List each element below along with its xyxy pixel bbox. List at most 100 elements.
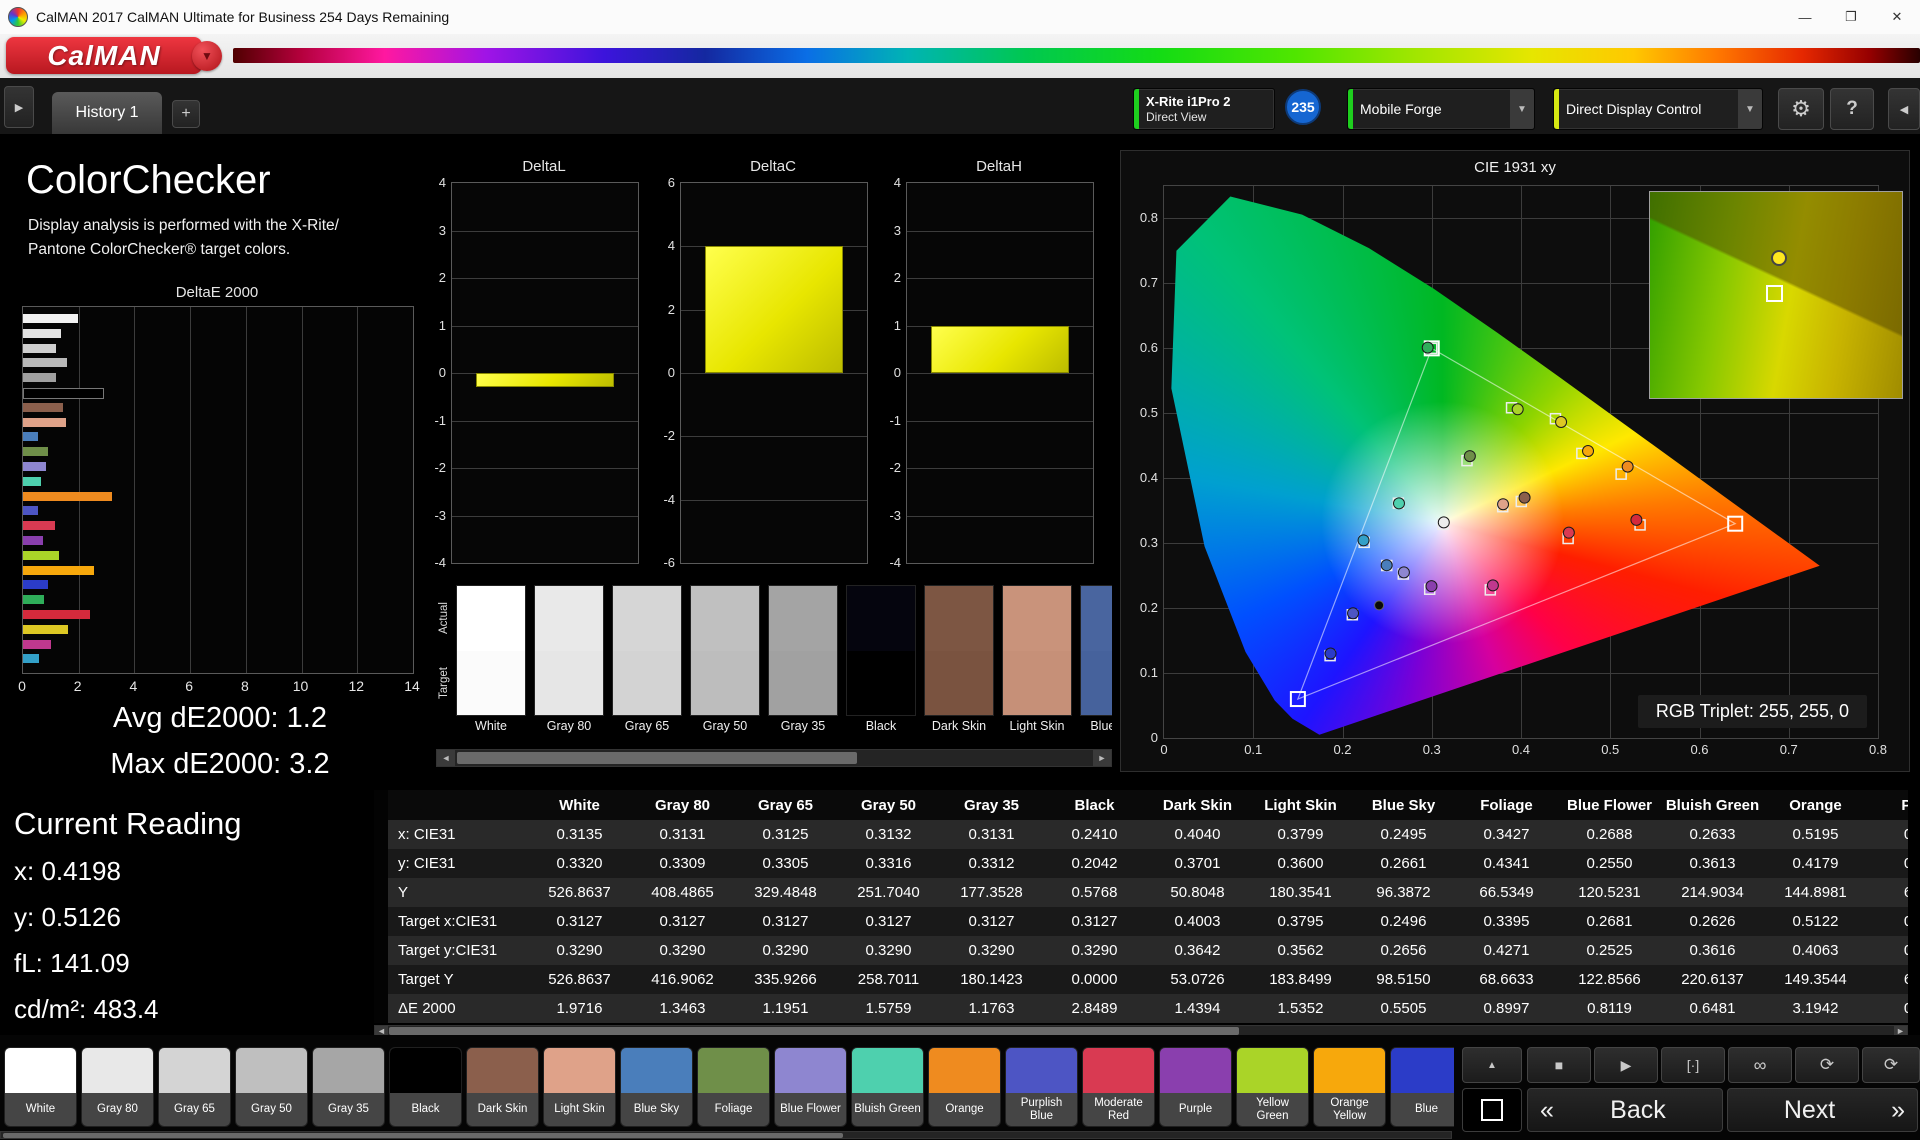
swatch-button-light-skin[interactable]: Light Skin xyxy=(543,1047,616,1127)
target-swatch xyxy=(457,651,525,716)
target-swatch xyxy=(691,651,759,716)
swatch-button-foliage[interactable]: Foliage xyxy=(697,1047,770,1127)
back-button[interactable]: « Back xyxy=(1527,1088,1723,1132)
chevron-down-icon: ▼ xyxy=(201,49,213,63)
cie-y-tick: 0.8 xyxy=(1130,210,1158,225)
swatch-button-blue-sky[interactable]: Blue Sky xyxy=(620,1047,693,1127)
next-button[interactable]: Next » xyxy=(1727,1088,1918,1132)
swatch-button-purplish-blue[interactable]: Purplish Blue xyxy=(1005,1047,1078,1127)
scroll-right-icon[interactable]: ► xyxy=(1093,750,1111,766)
swatch-color xyxy=(544,1048,615,1093)
target-swatch xyxy=(925,651,993,716)
deltae-bar-yellow-green xyxy=(23,551,59,560)
table-gutter xyxy=(374,936,388,965)
bottom-scrollbar-thumb[interactable] xyxy=(3,1133,843,1138)
swatch-button-blue[interactable]: Blue xyxy=(1390,1047,1454,1127)
panel-collapse-button[interactable]: ◀ xyxy=(1888,88,1920,130)
swatch-button-gray-50[interactable]: Gray 50 xyxy=(235,1047,308,1127)
maximize-button[interactable]: ❐ xyxy=(1828,0,1874,34)
page-description: Display analysis is performed with the X… xyxy=(28,214,339,262)
swatch-color xyxy=(621,1048,692,1093)
delta-y-tick: -2 xyxy=(416,460,446,475)
swatch-button-bluish-green[interactable]: Bluish Green xyxy=(851,1047,924,1127)
delta-y-tick: 1 xyxy=(871,318,901,333)
close-button[interactable]: ✕ xyxy=(1874,0,1920,34)
table-scrollbar-thumb[interactable] xyxy=(389,1027,1239,1035)
table-cell: 0.3290 xyxy=(734,936,837,965)
swatch-button-purple[interactable]: Purple xyxy=(1159,1047,1232,1127)
bottom-scrollbar[interactable] xyxy=(0,1131,1452,1139)
table-cell: 0.3395 xyxy=(1455,907,1558,936)
table-cell: 0.5505 xyxy=(1352,994,1455,1023)
scroll-left-icon[interactable]: ◄ xyxy=(437,750,455,766)
strip-scrollbar[interactable]: ◄ ► xyxy=(436,749,1112,767)
pattern-window-button[interactable] xyxy=(1462,1088,1522,1132)
deltae-bar-red xyxy=(23,610,90,619)
strip-swatch-white xyxy=(456,585,526,716)
add-tab-button[interactable]: + xyxy=(172,100,200,128)
logo-menu-button[interactable]: ▼ xyxy=(192,41,222,71)
extra-action-button[interactable]: ⟳ xyxy=(1862,1047,1920,1083)
table-cell: 0.3600 xyxy=(1249,849,1352,878)
swatch-button-gray-35[interactable]: Gray 35 xyxy=(312,1047,385,1127)
swatch-button-orange[interactable]: Orange xyxy=(928,1047,1001,1127)
table-cell: 180.3541 xyxy=(1249,878,1352,907)
swatch-label: Gray 50 xyxy=(236,1093,307,1126)
deltae-gridline xyxy=(302,307,303,673)
meter-mode: Direct View xyxy=(1146,110,1206,124)
measurement-table: WhiteGray 80Gray 65Gray 50Gray 35BlackDa… xyxy=(374,790,1908,1023)
source-dropdown[interactable]: Mobile Forge ▼ xyxy=(1347,88,1535,130)
swatch-button-yellow-green[interactable]: Yellow Green xyxy=(1236,1047,1309,1127)
table-cell: 0.5768 xyxy=(1043,878,1146,907)
delta-y-tick: -4 xyxy=(416,555,446,570)
deltae-gridline xyxy=(357,307,358,673)
swatch-button-white[interactable]: White xyxy=(4,1047,77,1127)
deltac-chart: 6420-2-4-6 xyxy=(680,182,868,564)
patch-selector-strip: WhiteGray 80Gray 65Gray 50Gray 35BlackDa… xyxy=(2,1047,1454,1129)
chevron-down-icon: ▼ xyxy=(1510,89,1534,129)
table-cell: 0.3127 xyxy=(528,907,631,936)
strip-scrollbar-thumb[interactable] xyxy=(457,752,857,764)
cie-measured-blue-flower xyxy=(1398,567,1409,578)
swatch-button-blue-flower[interactable]: Blue Flower xyxy=(774,1047,847,1127)
deltae-chart xyxy=(22,306,414,674)
swatch-label: Blue Sky xyxy=(621,1093,692,1126)
current-cd-value: cd/m²: 483.4 xyxy=(14,994,159,1025)
layout-expand-button[interactable]: ▶ xyxy=(4,86,34,128)
refresh-button[interactable]: ⟳ xyxy=(1795,1047,1859,1083)
tab-history-1[interactable]: History 1 xyxy=(52,92,162,134)
delta-y-tick: -3 xyxy=(871,508,901,523)
target-swatch xyxy=(1081,651,1112,716)
settings-button[interactable]: ⚙ xyxy=(1778,88,1824,130)
swatch-button-gray-65[interactable]: Gray 65 xyxy=(158,1047,231,1127)
swatch-button-moderate-red[interactable]: Moderate Red xyxy=(1082,1047,1155,1127)
cie-measured-white xyxy=(1438,517,1449,528)
single-measure-button[interactable]: [·] xyxy=(1661,1047,1725,1083)
display-control-dropdown[interactable]: Direct Display Control ▼ xyxy=(1553,88,1763,130)
help-button[interactable]: ? xyxy=(1830,88,1874,130)
table-cell: 0.4063 xyxy=(1764,936,1867,965)
swatch-label: Purple xyxy=(1160,1093,1231,1126)
table-header-dark-skin: Dark Skin xyxy=(1146,790,1249,820)
panel-up-button[interactable]: ▲ xyxy=(1462,1047,1522,1083)
swatch-button-black[interactable]: Black xyxy=(389,1047,462,1127)
play-button[interactable]: ▶ xyxy=(1594,1047,1658,1083)
strip-swatch-label: Gray 80 xyxy=(534,719,604,733)
delta-gridline xyxy=(907,421,1093,422)
swatch-button-gray-80[interactable]: Gray 80 xyxy=(81,1047,154,1127)
continuous-measure-button[interactable]: ∞ xyxy=(1728,1047,1792,1083)
swatch-button-dark-skin[interactable]: Dark Skin xyxy=(466,1047,539,1127)
stop-button[interactable]: ■ xyxy=(1527,1047,1591,1083)
stop-icon: ■ xyxy=(1555,1057,1563,1073)
actual-swatch xyxy=(691,586,759,651)
table-cell: 1.5352 xyxy=(1249,994,1352,1023)
minimize-button[interactable]: — xyxy=(1782,0,1828,34)
strip-swatch-label: Blue Sky xyxy=(1080,719,1112,733)
delta-y-tick: -4 xyxy=(645,492,675,507)
swatch-button-orange-yellow[interactable]: Orange Yellow xyxy=(1313,1047,1386,1127)
delta-bar xyxy=(931,326,1069,374)
table-header-foliage: Foliage xyxy=(1455,790,1558,820)
deltae-x-tick: 4 xyxy=(130,678,138,694)
meter-dropdown[interactable]: X-Rite i1Pro 2 Direct View xyxy=(1133,88,1275,130)
deltae-x-tick: 14 xyxy=(404,678,420,694)
